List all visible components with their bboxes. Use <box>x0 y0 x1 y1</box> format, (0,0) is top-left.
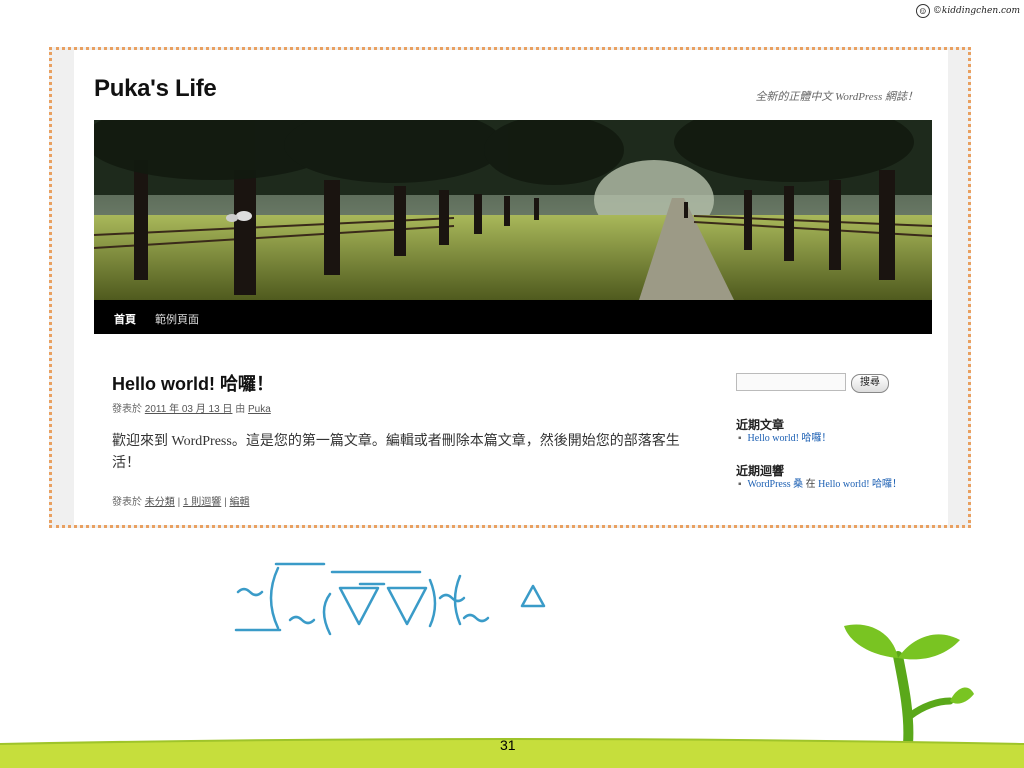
post-author-link[interactable]: Puka <box>248 404 271 415</box>
site-title[interactable]: Puka's Life <box>94 75 217 103</box>
page-number: 31 <box>500 737 516 753</box>
site-watermark-text: ©kiddingchen.com <box>932 6 1020 16</box>
post-meta-by: 由 <box>235 404 246 415</box>
post-content: 歡迎來到 WordPress。這是您的第一篇文章。編輯或者刪除本篇文章，然後開始… <box>112 434 680 471</box>
blog-page: Puka's Life 全新的正體中文 WordPress 網誌！ 首頁 範例頁… <box>74 50 948 525</box>
comment-in-text: 在 <box>805 479 816 490</box>
site-watermark: ☺ ©kiddingchen.com <box>915 4 1020 18</box>
footer-separator: | <box>177 497 181 508</box>
emoticon-drawing <box>234 562 546 636</box>
search-input[interactable] <box>736 373 846 391</box>
smiley-icon: ☺ <box>915 4 930 18</box>
recent-posts-title: 近期文章 <box>736 418 785 432</box>
post-meta: 發表於 2011 年 03 月 13 日 由 Puka <box>112 400 271 415</box>
post-title[interactable]: Hello world! 哈囉！ <box>112 370 274 396</box>
post-meta-prefix: 發表於 <box>112 404 142 415</box>
nav-home-link[interactable]: 首頁 <box>114 311 136 327</box>
search-button[interactable]: 搜尋 <box>851 374 889 393</box>
category-link[interactable]: 未分類 <box>145 497 175 508</box>
footer-separator: | <box>224 497 227 508</box>
nav-sample-page-link[interactable]: 範例頁面 <box>155 311 199 327</box>
sprout-icon <box>844 624 974 746</box>
bullet-icon: ▪ <box>738 433 742 444</box>
edit-link[interactable]: 編輯 <box>229 497 249 508</box>
site-description: 全新的正體中文 WordPress 網誌！ <box>755 91 918 103</box>
comments-link[interactable]: 1 則迴響 <box>183 497 221 508</box>
screenshot-frame: Puka's Life 全新的正體中文 WordPress 網誌！ 首頁 範例頁… <box>49 47 971 528</box>
recent-comment-item: ▪ WordPress 桑 在 Hello world! 哈囉！ <box>738 478 908 492</box>
post-footer-prefix: 發表於 <box>112 497 142 508</box>
comment-post-link[interactable]: Hello world! 哈囉！ <box>818 479 902 490</box>
post-date-link[interactable]: 2011 年 03 月 13 日 <box>145 404 233 415</box>
comment-author-link[interactable]: WordPress 桑 <box>748 479 804 490</box>
post-footer: 發表於 未分類 | 1 則迴響 | 編輯 <box>112 493 249 508</box>
main-navigation: 首頁 範例頁面 <box>94 300 932 334</box>
recent-post-link[interactable]: Hello world! 哈囉！ <box>748 433 832 444</box>
bullet-icon: ▪ <box>738 479 742 490</box>
recent-comments-title: 近期迴響 <box>736 464 785 478</box>
recent-post-item[interactable]: ▪ Hello world! 哈囉！ <box>738 432 908 446</box>
header-image <box>94 120 932 300</box>
